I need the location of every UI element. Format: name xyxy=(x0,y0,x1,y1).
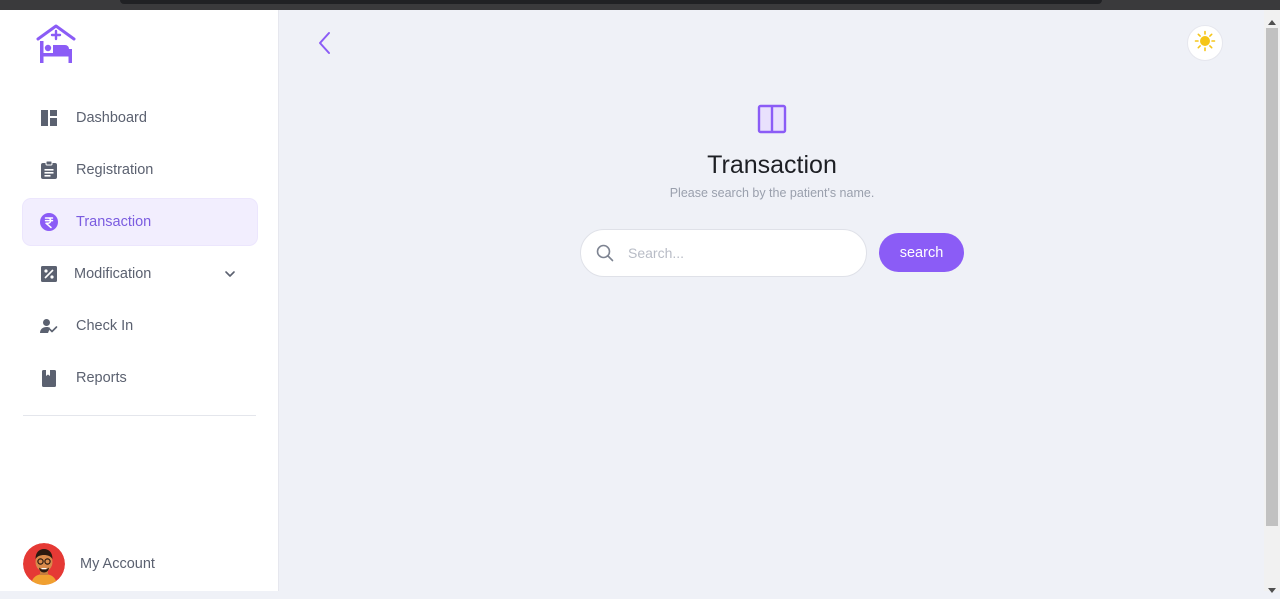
my-account-label: My Account xyxy=(80,556,155,572)
hospital-bed-icon[interactable] xyxy=(36,23,76,65)
percent-box-icon xyxy=(40,265,58,283)
sidebar-item-label: Reports xyxy=(76,370,127,386)
page-title: Transaction xyxy=(707,151,837,179)
sidebar-item-label: Registration xyxy=(76,162,154,178)
vertical-scrollbar[interactable] xyxy=(1264,10,1280,593)
dashboard-icon xyxy=(40,109,58,127)
browser-address-strip xyxy=(120,0,1102,4)
sidebar-item-registration[interactable]: Registration xyxy=(23,147,257,193)
main-content: Transaction Please search by the patient… xyxy=(280,10,1264,591)
book-icon xyxy=(40,369,58,387)
sidebar-item-reports[interactable]: Reports xyxy=(23,355,257,401)
search-button[interactable]: search xyxy=(879,233,964,272)
sidebar-item-modification[interactable]: Modification xyxy=(23,251,257,297)
columns-icon xyxy=(757,104,787,134)
user-check-icon xyxy=(40,317,58,335)
rupee-icon xyxy=(40,213,58,231)
search-field[interactable] xyxy=(580,229,867,277)
sun-icon xyxy=(1194,30,1216,57)
my-account-button[interactable]: My Account xyxy=(23,543,155,585)
scroll-up-arrow-icon[interactable] xyxy=(1268,14,1276,25)
sidebar-item-label: Transaction xyxy=(76,214,152,230)
back-chevron-icon[interactable] xyxy=(316,30,336,56)
avatar xyxy=(23,543,65,585)
chevron-down-icon[interactable] xyxy=(223,267,237,281)
sidebar-item-label: Modification xyxy=(74,266,152,282)
scrollbar-thumb[interactable] xyxy=(1266,28,1278,526)
sidebar-nav: Dashboard Registration Transaction Modif… xyxy=(23,95,257,407)
theme-toggle-button[interactable] xyxy=(1187,25,1223,61)
sidebar-item-transaction[interactable]: Transaction xyxy=(23,199,257,245)
browser-top-bar xyxy=(0,0,1280,10)
sidebar-item-dashboard[interactable]: Dashboard xyxy=(23,95,257,141)
sidebar: Dashboard Registration Transaction Modif… xyxy=(0,10,279,591)
sidebar-item-label: Check In xyxy=(76,318,134,334)
sidebar-item-label: Dashboard xyxy=(76,110,147,126)
page-subtitle: Please search by the patient's name. xyxy=(669,186,875,200)
search-icon xyxy=(596,244,614,262)
search-input[interactable] xyxy=(628,245,848,261)
sidebar-divider xyxy=(23,415,256,416)
scroll-down-arrow-icon[interactable] xyxy=(1268,581,1276,593)
clipboard-icon xyxy=(40,161,58,179)
sidebar-item-check-in[interactable]: Check In xyxy=(23,303,257,349)
